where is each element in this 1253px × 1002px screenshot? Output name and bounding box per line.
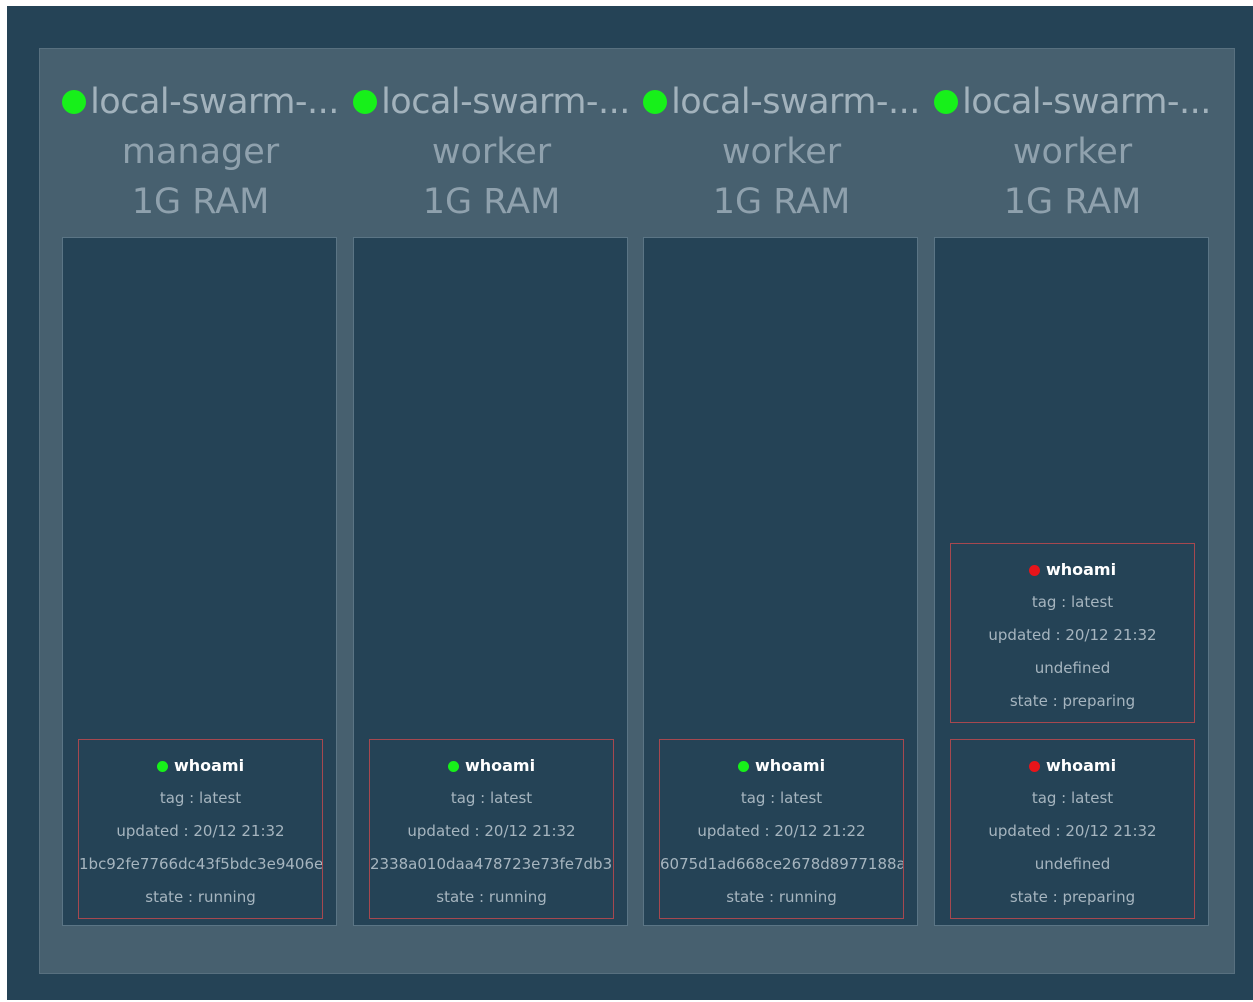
node-status-icon: [62, 90, 87, 114]
task-name: whoami: [1045, 756, 1117, 775]
task-container-id: 1bc92fe7766dc43f5bdc3e9406ee: [79, 855, 322, 873]
task-status-icon: [156, 760, 168, 772]
node-name-row: local-swarm-...: [62, 77, 339, 127]
node-status-icon: [934, 90, 959, 114]
node-name: local-swarm-...: [671, 82, 920, 122]
task-status-icon: [737, 760, 749, 772]
node-ram: 1G RAM: [131, 182, 270, 222]
node-header: local-swarm-... worker 1G RAM: [934, 77, 1211, 227]
task-title: whoami: [951, 559, 1194, 581]
node-card: local-swarm-... worker 1G RAM whoami tag…: [934, 49, 1211, 975]
node-name-row: local-swarm-...: [643, 77, 920, 127]
node-name: local-swarm-...: [90, 82, 339, 122]
task-container-id: 6075d1ad668ce2678d8977188a7: [660, 855, 903, 873]
cluster-panel: local-swarm-... manager 1G RAM whoami ta…: [39, 48, 1235, 974]
node-header: local-swarm-... manager 1G RAM: [62, 77, 339, 227]
node-name: local-swarm-...: [962, 82, 1211, 122]
task-container-id: 2338a010daa478723e73fe7db31: [370, 855, 613, 873]
node-role: worker: [721, 132, 842, 172]
node-ram: 1G RAM: [422, 182, 561, 222]
task-status-icon: [447, 760, 459, 772]
task-card[interactable]: whoami tag : latest updated : 20/12 21:3…: [950, 739, 1195, 919]
node-card: local-swarm-... worker 1G RAM whoami tag…: [353, 49, 630, 975]
task-state: state : running: [145, 888, 256, 906]
task-updated: updated : 20/12 21:32: [116, 822, 285, 840]
task-updated: updated : 20/12 21:22: [697, 822, 866, 840]
node-task-area: whoami tag : latest updated : 20/12 21:2…: [643, 237, 918, 926]
task-container-id: undefined: [1034, 855, 1111, 873]
task-title: whoami: [79, 755, 322, 777]
task-card[interactable]: whoami tag : latest updated : 20/12 21:3…: [78, 739, 323, 919]
task-tag: tag : latest: [1031, 789, 1114, 807]
node-task-area: whoami tag : latest updated : 20/12 21:3…: [934, 237, 1209, 926]
node-header: local-swarm-... worker 1G RAM: [353, 77, 630, 227]
node-card: local-swarm-... worker 1G RAM whoami tag…: [643, 49, 920, 975]
node-task-area: whoami tag : latest updated : 20/12 21:3…: [62, 237, 337, 926]
task-tag: tag : latest: [1031, 593, 1114, 611]
node-role: worker: [1012, 132, 1133, 172]
node-status-icon: [353, 90, 378, 114]
task-tag: tag : latest: [740, 789, 823, 807]
task-name: whoami: [464, 756, 536, 775]
task-title: whoami: [951, 755, 1194, 777]
task-title: whoami: [370, 755, 613, 777]
node-role: worker: [431, 132, 552, 172]
swarm-visualizer: local-swarm-... manager 1G RAM whoami ta…: [7, 6, 1253, 1000]
task-updated: updated : 20/12 21:32: [407, 822, 576, 840]
task-status-icon: [1028, 564, 1040, 576]
task-container-id: undefined: [1034, 659, 1111, 677]
node-card: local-swarm-... manager 1G RAM whoami ta…: [62, 49, 339, 975]
task-name: whoami: [1045, 560, 1117, 579]
node-ram: 1G RAM: [1003, 182, 1142, 222]
task-tag: tag : latest: [450, 789, 533, 807]
task-card[interactable]: whoami tag : latest updated : 20/12 21:3…: [369, 739, 614, 919]
task-state: state : preparing: [1009, 692, 1136, 710]
task-name: whoami: [754, 756, 826, 775]
task-state: state : running: [436, 888, 547, 906]
task-tag: tag : latest: [159, 789, 242, 807]
node-task-area: whoami tag : latest updated : 20/12 21:3…: [353, 237, 628, 926]
node-name-row: local-swarm-...: [934, 77, 1211, 127]
node-role: manager: [121, 132, 280, 172]
task-state: state : preparing: [1009, 888, 1136, 906]
task-state: state : running: [726, 888, 837, 906]
node-name-row: local-swarm-...: [353, 77, 630, 127]
node-ram: 1G RAM: [712, 182, 851, 222]
task-updated: updated : 20/12 21:32: [988, 822, 1157, 840]
node-name: local-swarm-...: [381, 82, 630, 122]
node-status-icon: [643, 90, 668, 114]
task-status-icon: [1028, 760, 1040, 772]
task-title: whoami: [660, 755, 903, 777]
task-card[interactable]: whoami tag : latest updated : 20/12 21:2…: [659, 739, 904, 919]
node-header: local-swarm-... worker 1G RAM: [643, 77, 920, 227]
task-card[interactable]: whoami tag : latest updated : 20/12 21:3…: [950, 543, 1195, 723]
task-updated: updated : 20/12 21:32: [988, 626, 1157, 644]
task-name: whoami: [173, 756, 245, 775]
